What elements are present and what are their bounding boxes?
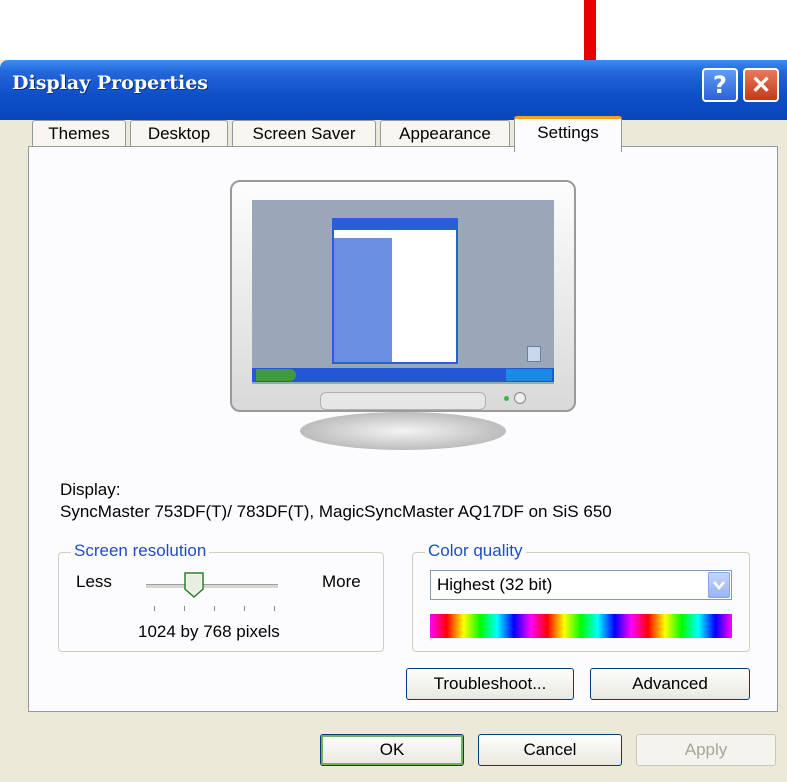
monitor-stand [300,412,506,450]
power-led-icon [504,396,509,401]
tab-desktop[interactable]: Desktop [130,120,228,146]
preview-window-titlebar [334,220,456,230]
preview-window-sidebar [334,238,392,362]
help-icon[interactable]: ? [702,68,738,102]
cancel-button[interactable]: Cancel [478,734,622,766]
preview-window [332,218,458,364]
apply-button[interactable]: Apply [636,734,776,766]
preview-system-tray [506,369,552,381]
color-spectrum-bar [430,614,732,638]
slider-tick [274,606,275,611]
tab-appearance[interactable]: Appearance [380,120,510,146]
advanced-button[interactable]: Advanced [590,668,750,700]
monitor-bezel [320,392,486,410]
display-label: Display: [60,480,121,499]
title-bar[interactable]: Display Properties ? ✕ [0,60,787,120]
troubleshoot-button[interactable]: Troubleshoot... [406,668,574,700]
preview-start-button [256,369,296,381]
tab-screen-saver[interactable]: Screen Saver [232,120,376,146]
close-icon[interactable]: ✕ [743,68,779,102]
window-title: Display Properties [12,72,208,94]
resolution-value: 1024 by 768 pixels [138,622,280,641]
resolution-slider-track[interactable] [146,584,278,588]
slider-tick [244,606,245,611]
slider-tick [184,606,185,611]
preview-recycle-bin-icon [527,346,541,362]
dropdown-arrow-icon[interactable] [708,572,730,598]
color-quality-selected: Highest (32 bit) [437,575,553,594]
resolution-less-label: Less [76,572,112,591]
slider-tick [154,606,155,611]
resolution-more-label: More [322,572,361,591]
slider-thumb-icon[interactable] [184,572,204,598]
slider-tick [214,606,215,611]
display-value: SyncMaster 753DF(T)/ 783DF(T), MagicSync… [60,502,612,521]
color-quality-select[interactable]: Highest (32 bit) [430,570,732,600]
color-quality-title: Color quality [425,541,526,561]
tab-themes[interactable]: Themes [32,120,126,146]
ok-button[interactable]: OK [320,734,464,766]
screen-resolution-title: Screen resolution [71,541,210,561]
power-button-icon [514,392,526,404]
tab-settings[interactable]: Settings [514,116,622,152]
